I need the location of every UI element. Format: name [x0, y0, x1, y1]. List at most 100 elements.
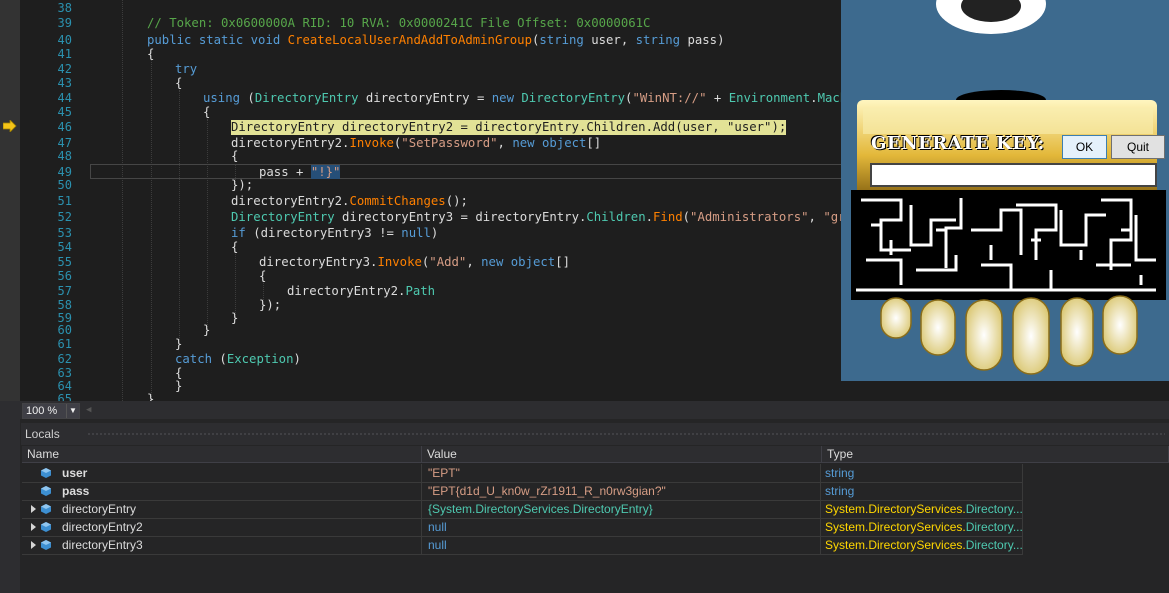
line-number: 57 [57, 284, 72, 298]
line-number: 60 [57, 323, 72, 337]
line-number: 43 [57, 76, 72, 90]
type-class: Directory... [965, 538, 1023, 552]
code-editor[interactable]: 38 39 40 41 42 43 44 45 46 47 48 49 50 5… [0, 0, 1169, 401]
value-cell[interactable]: {System.DirectoryServices.DirectoryEntry… [423, 500, 821, 518]
code-token: if [231, 226, 246, 240]
keygen-window[interactable]: GENERATE KEY: OK Quit [841, 0, 1169, 381]
expand-arrow-icon[interactable] [31, 523, 36, 531]
type-namespace: System.DirectoryServices. [825, 538, 966, 552]
variable-name: pass [62, 484, 90, 498]
code-token: "WinNT://" [632, 91, 707, 105]
name-cell: directoryEntry2 [22, 518, 422, 536]
code-token: public static void [147, 33, 288, 47]
zoom-dropdown-icon[interactable]: ▼ [66, 404, 79, 418]
code-token: "SetPassword" [401, 136, 498, 150]
line-number: 54 [57, 240, 72, 254]
line-number: 40 [57, 33, 72, 47]
code-token: "!}" [310, 165, 341, 179]
line-number: 62 [57, 352, 72, 366]
code-line-41: { [147, 47, 155, 61]
code-line-48: { [231, 149, 239, 163]
line-number: 45 [57, 105, 72, 119]
code-token: Path [405, 284, 436, 298]
variable-name: directoryEntry [62, 502, 137, 516]
editor-gutter[interactable] [0, 0, 20, 401]
indent-guide [235, 251, 236, 319]
code-line-40: public static void CreateLocalUserAndAdd… [147, 33, 724, 48]
code-line-39: // Token: 0x0600000A RID: 10 RVA: 0x0000… [147, 16, 651, 30]
variable-name: user [62, 466, 88, 480]
code-token: (); [445, 194, 468, 208]
line-number: 55 [57, 255, 72, 269]
table-row[interactable]: directoryEntry3 null System.DirectorySer… [22, 536, 1023, 555]
code-token: object [510, 255, 556, 269]
code-token: user, [583, 33, 636, 47]
table-row[interactable]: pass "EPT{d1d_U_kn0w_rZr1911_R_n0rw3gian… [22, 482, 1023, 501]
variable-name: directoryEntry3 [62, 538, 143, 552]
code-token: Invoke [377, 255, 422, 269]
line-number: 38 [57, 1, 72, 15]
name-cell: pass [22, 482, 422, 500]
code-line-43: { [175, 76, 183, 90]
code-token: ( [212, 352, 227, 366]
table-row[interactable]: directoryEntry2 null System.DirectorySer… [22, 518, 1023, 537]
expand-arrow-icon[interactable] [31, 541, 36, 549]
code-token: DirectoryEntry [521, 91, 626, 105]
code-token: null [401, 226, 431, 240]
ok-button[interactable]: OK [1062, 135, 1107, 159]
name-cell: user [22, 464, 422, 482]
value-cell[interactable]: null [423, 518, 821, 536]
current-line-outline [90, 164, 844, 179]
table-row[interactable]: directoryEntry {System.DirectoryServices… [22, 500, 1023, 519]
type-class: Directory... [965, 502, 1023, 516]
keygen-title: GENERATE KEY: [871, 133, 1045, 154]
code-line-65: } [147, 392, 155, 401]
code-line-64: } [175, 379, 183, 393]
line-number: 53 [57, 226, 72, 240]
code-token: , [497, 136, 513, 150]
zoom-combo[interactable]: 100 % ▼ [22, 403, 80, 419]
code-token: ) [430, 226, 439, 240]
local-variable-cube-icon [41, 504, 51, 514]
line-number: 51 [57, 194, 72, 208]
name-cell: directoryEntry3 [22, 536, 422, 554]
quit-button[interactable]: Quit [1111, 135, 1165, 159]
scroll-left-icon[interactable]: ◀ [86, 405, 91, 415]
local-variable-cube-icon [41, 522, 51, 532]
indent-guide [151, 60, 152, 401]
indent-guide [179, 90, 180, 340]
line-number: 48 [57, 149, 72, 163]
column-header-value[interactable]: Value [422, 446, 822, 463]
code-token: ( [682, 210, 691, 224]
code-token: Children [586, 210, 646, 224]
table-row[interactable]: user "EPT" string [22, 464, 1023, 483]
type-class: Directory... [965, 520, 1023, 534]
code-token: Environment [728, 91, 811, 105]
type-namespace: System.DirectoryServices. [825, 502, 966, 516]
title-grip [87, 432, 1165, 437]
type-namespace: System.DirectoryServices. [825, 520, 966, 534]
code-token: Invoke [349, 136, 394, 150]
local-variable-cube-icon [41, 486, 51, 496]
column-header-type[interactable]: Type [822, 446, 1169, 463]
line-number: 52 [57, 210, 72, 224]
column-header-name[interactable]: Name [22, 446, 422, 463]
code-token: , [466, 255, 482, 269]
value-cell[interactable]: null [423, 536, 821, 554]
value-cell[interactable]: "EPT{d1d_U_kn0w_rZr1911_R_n0rw3gian?" [423, 482, 821, 500]
key-output-field[interactable] [870, 163, 1157, 187]
code-line-59: } [231, 311, 239, 325]
line-number: 56 [57, 269, 72, 283]
keygen-artwork [851, 0, 1166, 375]
code-line-55: directoryEntry3.Invoke("Add", new object… [259, 255, 570, 270]
code-line-60: } [203, 323, 211, 337]
code-token: directoryEntry2. [231, 136, 350, 150]
indent-guide [122, 0, 123, 401]
value-cell[interactable]: "EPT" [423, 464, 821, 482]
code-token: new [481, 255, 511, 269]
expand-arrow-icon[interactable] [31, 505, 36, 513]
code-token: CreateLocalUserAndAddToAdminGroup [287, 33, 532, 47]
locals-title-bar[interactable]: Locals [21, 423, 1169, 445]
line-number: 42 [57, 62, 72, 76]
line-number: 41 [57, 47, 72, 61]
